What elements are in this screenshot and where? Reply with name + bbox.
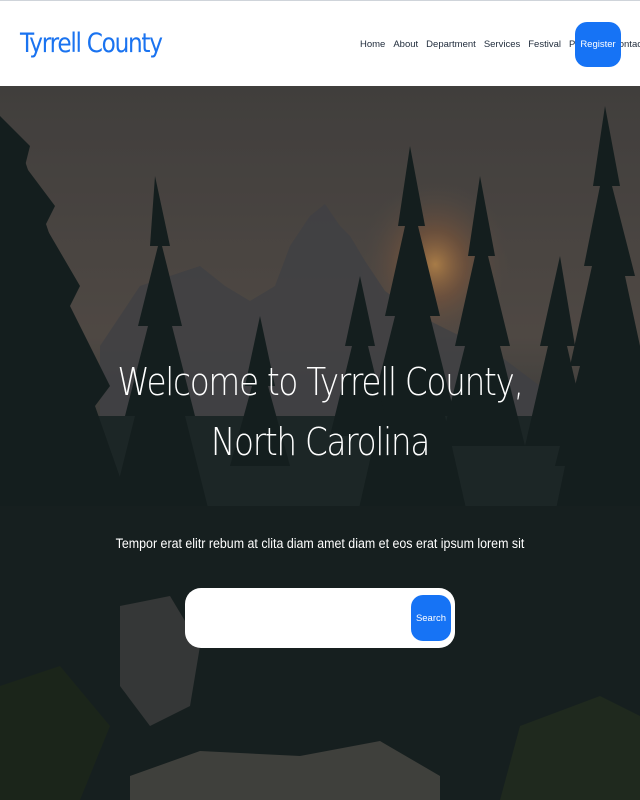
navbar: Tyrrell County Home About Department Ser…	[0, 0, 640, 86]
hero-section: Welcome to Tyrrell County, North Carolin…	[0, 86, 640, 800]
nav-link-festival[interactable]: Festival	[528, 39, 561, 50]
nav-link-department[interactable]: Department	[426, 39, 476, 50]
hero-title-line-1: Welcome to Tyrrell County,	[117, 360, 524, 404]
nav-link-about[interactable]: About	[393, 39, 418, 50]
search-bar: Search	[185, 588, 455, 648]
register-button[interactable]: Register	[575, 22, 621, 67]
hero-subtitle: Tempor erat elitr rebum at clita diam am…	[115, 536, 525, 551]
search-input[interactable]	[195, 598, 405, 638]
hero-title-line-2: North Carolina	[210, 420, 430, 464]
brand-logo[interactable]: Tyrrell County	[20, 28, 163, 59]
hero-title: Welcome to Tyrrell County, North Carolin…	[0, 352, 640, 472]
nav-link-services[interactable]: Services	[484, 39, 520, 50]
search-button[interactable]: Search	[411, 595, 451, 641]
nav-link-home[interactable]: Home	[360, 39, 385, 50]
